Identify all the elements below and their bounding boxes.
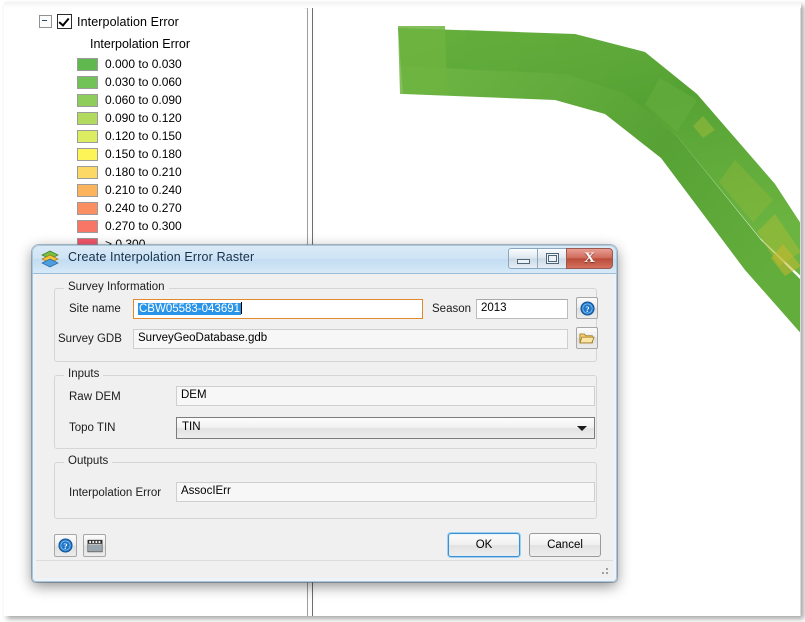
application-window: Interpolation Error Interpolation Error … [4,2,801,616]
raw-dem-label: Raw DEM [69,391,121,403]
legend-row[interactable]: 0.090 to 0.120 [77,109,182,127]
legend-label: 0.000 to 0.030 [105,57,182,71]
legend-class-list: 0.000 to 0.030 0.030 to 0.060 0.060 to 0.0… [77,55,182,253]
folder-open-icon [579,333,595,344]
layer-visibility-checkbox[interactable] [57,14,72,29]
legend-label: 0.240 to 0.270 [105,201,182,215]
legend-label: 0.060 to 0.090 [105,93,182,107]
minimize-button[interactable] [508,248,538,269]
legend-swatch[interactable] [77,57,98,71]
legend-swatch[interactable] [77,183,98,197]
resize-grip[interactable] [598,564,610,576]
raw-dem-input[interactable]: DEM [176,386,595,406]
legend-swatch[interactable] [77,219,98,233]
survey-gdb-input[interactable]: SurveyGeoDatabase.gdb [133,329,568,349]
legend-row[interactable]: 0.240 to 0.270 [77,199,182,217]
inputs-legend: Inputs [64,368,104,380]
close-icon: X [584,250,595,266]
outputs-legend: Outputs [64,455,113,467]
survey-gdb-browse-button[interactable] [576,327,598,349]
dialog-status-bar [36,560,613,578]
maximize-icon [545,253,559,264]
toc-layer-label: Interpolation Error [77,14,179,29]
legend-row[interactable]: 0.180 to 0.210 [77,163,182,181]
legend-row[interactable]: 0.000 to 0.030 [77,55,182,73]
toc-renderer-title: Interpolation Error [90,37,191,51]
legend-swatch[interactable] [77,75,98,89]
survey-gdb-label: Survey GDB [58,333,122,345]
svg-text:?: ? [63,541,67,551]
help-icon: ? [579,300,595,316]
help-icon: ? [58,538,73,553]
legend-row[interactable]: 0.270 to 0.300 [77,217,182,235]
collapse-expander-icon[interactable] [39,15,52,28]
legend-label: 0.150 to 0.180 [105,147,182,161]
survey-help-button[interactable]: ? [576,297,598,319]
site-name-label: Site name [69,303,121,315]
legend-label: 0.030 to 0.060 [105,75,182,89]
legend-label: 0.180 to 0.210 [105,165,182,179]
legend-row[interactable]: 0.060 to 0.090 [77,91,182,109]
topo-tin-value: TIN [182,421,201,433]
season-label: Season [432,303,472,315]
legend-row[interactable]: 0.030 to 0.060 [77,73,182,91]
text-caret [241,302,243,314]
dialog-title: Create Interpolation Error Raster [68,250,255,264]
legend-swatch[interactable] [77,129,98,143]
legend-label: 0.270 to 0.300 [105,219,182,233]
chevron-down-icon[interactable] [577,426,587,431]
legend-swatch[interactable] [77,165,98,179]
ok-button[interactable]: OK [448,533,520,557]
video-tutorial-icon [86,539,103,552]
topo-tin-label: Topo TIN [69,422,116,434]
legend-label: 0.210 to 0.240 [105,183,182,197]
footer-video-button[interactable] [83,534,106,557]
layers-stack-icon [41,250,59,268]
cancel-button[interactable]: Cancel [529,533,601,557]
legend-swatch[interactable] [77,111,98,125]
legend-row[interactable]: 0.120 to 0.150 [77,127,182,145]
site-name-input[interactable]: CBW05583-043691 [133,299,423,319]
create-interpolation-error-raster-dialog[interactable]: Create Interpolation Error Raster X Surv… [32,245,617,582]
close-button[interactable]: X [566,248,613,269]
legend-swatch[interactable] [77,93,98,107]
legend-row[interactable]: 0.210 to 0.240 [77,181,182,199]
screenshot-root: Interpolation Error Interpolation Error … [0,0,805,622]
survey-information-legend: Survey Information [64,281,169,293]
minimize-icon [516,259,530,264]
site-name-value: CBW05583-043691 [138,303,242,315]
footer-help-button[interactable]: ? [54,534,77,557]
map-right-edge [800,8,801,616]
legend-label: 0.090 to 0.120 [105,111,182,125]
window-controls: X [508,248,613,269]
dialog-content: Survey Information Site name CBW05583-04… [36,274,613,576]
legend-label: 0.120 to 0.150 [105,129,182,143]
svg-text:?: ? [585,303,589,313]
legend-swatch[interactable] [77,147,98,161]
interpolation-error-label: Interpolation Error [69,487,162,499]
toc-layer-row[interactable]: Interpolation Error [39,14,179,29]
maximize-button[interactable] [537,248,567,269]
season-input[interactable]: 2013 [476,299,568,319]
legend-row[interactable]: 0.150 to 0.180 [77,145,182,163]
topo-tin-combobox[interactable]: TIN [176,417,595,439]
legend-swatch[interactable] [77,201,98,215]
interpolation-error-input[interactable]: AssocIErr [176,482,595,502]
